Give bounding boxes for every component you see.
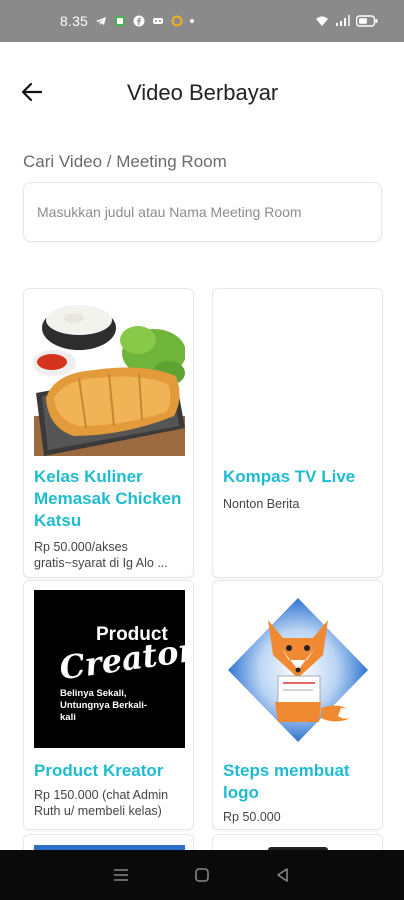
video-card[interactable]: Product Creator Belinya Sekali, Untungny… xyxy=(23,580,194,830)
status-time: 8.35 xyxy=(60,13,89,29)
video-card[interactable]: Steps membuat logo Rp 50.000 xyxy=(212,580,383,830)
arrow-left-icon xyxy=(21,82,43,102)
wifi-icon xyxy=(316,16,328,26)
video-card[interactable]: Kompas TV Live Nonton Berita xyxy=(212,288,383,578)
app-header: Video Berbayar xyxy=(0,62,404,122)
video-card[interactable]: Kelas Kuliner Memasak Chicken Katsu Rp 5… xyxy=(23,288,194,578)
app-notification-icon xyxy=(115,16,126,26)
menu-icon xyxy=(113,869,128,881)
search-label: Cari Video / Meeting Room xyxy=(23,152,227,171)
card-title: Kelas Kuliner Memasak Chicken Katsu xyxy=(34,467,182,530)
status-left: 8.35 xyxy=(60,0,195,42)
fox-logo-image xyxy=(223,590,374,748)
card-title: Kompas TV Live xyxy=(223,467,356,486)
search-input[interactable] xyxy=(24,183,381,241)
home-square-icon xyxy=(195,868,209,882)
card-price: Rp 50.000/akses gratis~syarat di Ig Alo … xyxy=(34,540,168,570)
ring-icon xyxy=(171,15,183,27)
home-button[interactable] xyxy=(190,863,214,887)
chicken-katsu-image xyxy=(34,298,185,456)
page-title: Video Berbayar xyxy=(127,80,279,105)
back-button[interactable] xyxy=(18,78,46,106)
system-nav-bar xyxy=(0,850,404,900)
signal-icon xyxy=(336,15,350,26)
status-bar: 8.35 xyxy=(0,0,404,42)
status-right xyxy=(314,0,378,42)
thumb-tagline: Belinya Sekali, Untungnya Berkali-kali xyxy=(60,688,148,723)
more-notifications-dot xyxy=(190,19,195,23)
recent-apps-button[interactable] xyxy=(109,863,133,887)
game-icon xyxy=(153,18,164,24)
back-triangle-icon xyxy=(277,868,289,882)
card-title: Product Kreator xyxy=(34,761,164,780)
thumb-script: Creator xyxy=(57,630,194,688)
search-field xyxy=(23,182,382,242)
card-price: Rp 150.000 (chat Admin Ruth u/ membeli k… xyxy=(34,788,169,818)
card-title: Steps membuat logo xyxy=(223,761,350,802)
telegram-icon xyxy=(96,17,107,25)
back-nav-button[interactable] xyxy=(271,863,295,887)
card-price: Nonton Berita xyxy=(223,497,300,511)
product-kreator-image: Product Creator Belinya Sekali, Untungny… xyxy=(34,590,193,748)
battery-icon xyxy=(356,15,378,27)
card-price: Rp 50.000 xyxy=(223,810,281,824)
facebook-icon xyxy=(133,15,145,27)
